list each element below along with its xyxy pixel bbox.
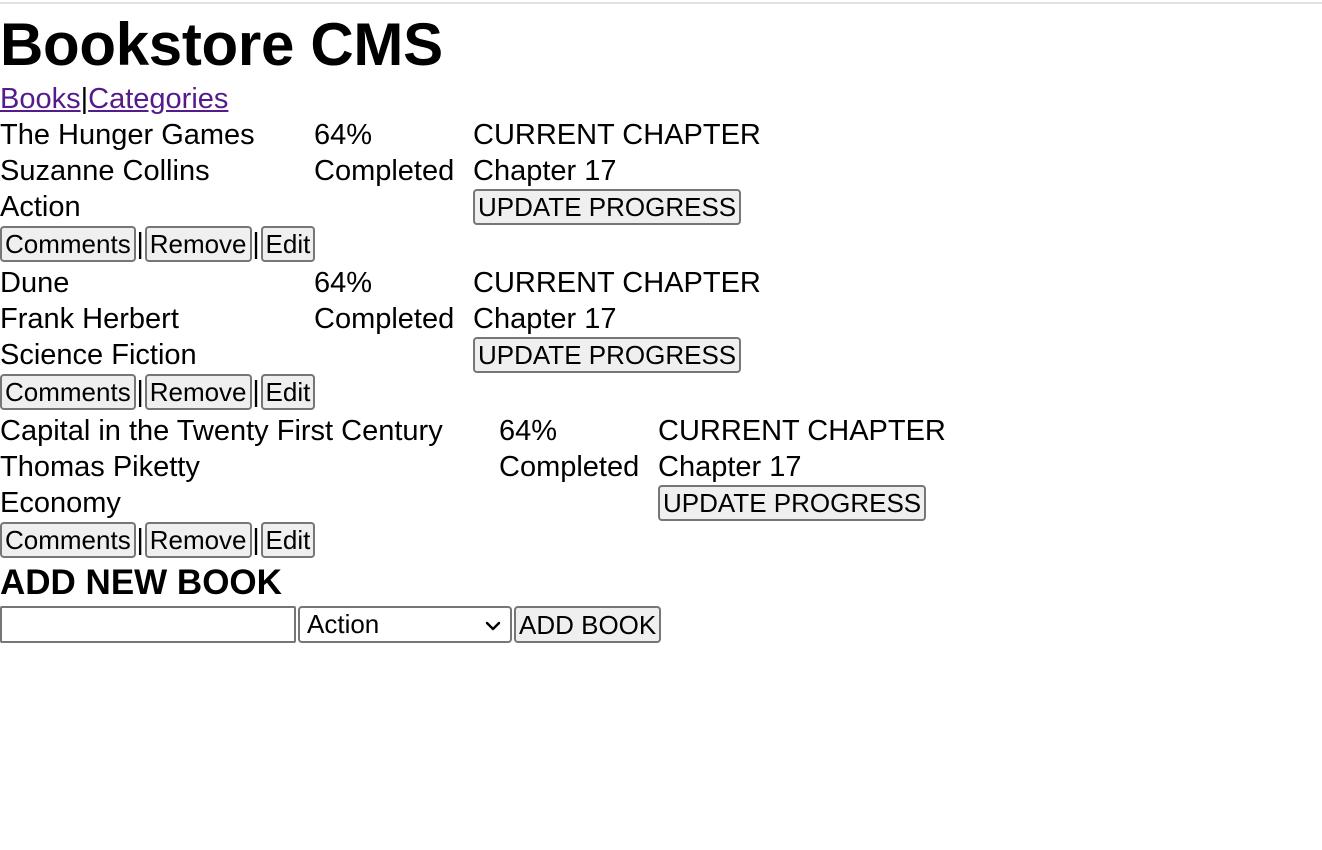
action-separator: |	[136, 228, 144, 260]
main-nav: Books|Categories	[0, 82, 228, 116]
nav-link-books[interactable]: Books	[0, 83, 81, 115]
action-separator: |	[136, 376, 144, 408]
add-book-button[interactable]: ADD BOOK	[514, 606, 662, 643]
book-actions: Comments | Remove | Edit	[0, 225, 761, 263]
update-progress-button[interactable]: UPDATE PROGRESS	[658, 485, 927, 521]
update-progress-button[interactable]: UPDATE PROGRESS	[473, 337, 742, 373]
current-chapter-heading: CURRENT CHAPTER	[658, 415, 946, 447]
book-author: Suzanne Collins	[0, 155, 210, 187]
book-title: Dune	[0, 267, 70, 299]
book-card: The Hunger Games Suzanne Collins Action …	[0, 117, 761, 263]
comments-button[interactable]: Comments	[0, 226, 136, 262]
page-title: Bookstore CMS	[0, 11, 443, 78]
comments-button[interactable]: Comments	[0, 374, 136, 410]
comments-button[interactable]: Comments	[0, 522, 136, 558]
book-category: Science Fiction	[0, 339, 197, 371]
action-separator: |	[252, 376, 260, 408]
edit-button[interactable]: Edit	[260, 226, 316, 262]
book-author: Frank Herbert	[0, 303, 179, 335]
book-author: Thomas Piketty	[0, 451, 200, 483]
edit-button[interactable]: Edit	[260, 374, 316, 410]
remove-button[interactable]: Remove	[144, 522, 252, 558]
book-title: Capital in the Twenty First Century	[0, 415, 443, 447]
add-book-heading: ADD NEW BOOK	[0, 563, 282, 602]
action-separator: |	[252, 524, 260, 556]
book-title-input[interactable]	[0, 606, 296, 643]
progress-percent: 64%	[499, 415, 558, 447]
category-select[interactable]: Action	[298, 606, 512, 643]
progress-status: Completed	[314, 303, 455, 335]
book-category: Action	[0, 191, 81, 223]
action-separator: |	[252, 228, 260, 260]
book-title: The Hunger Games	[0, 119, 255, 151]
top-divider	[0, 2, 1322, 4]
current-chapter-heading: CURRENT CHAPTER	[473, 119, 761, 151]
book-category: Economy	[0, 487, 121, 519]
edit-button[interactable]: Edit	[260, 522, 316, 558]
book-actions: Comments | Remove | Edit	[0, 373, 761, 411]
current-chapter: Chapter 17	[473, 155, 617, 187]
action-separator: |	[136, 524, 144, 556]
update-progress-button[interactable]: UPDATE PROGRESS	[473, 189, 742, 225]
nav-link-categories[interactable]: Categories	[88, 83, 228, 115]
category-select-value: Action	[307, 609, 380, 639]
remove-button[interactable]: Remove	[144, 226, 252, 262]
book-card: Capital in the Twenty First Century Thom…	[0, 413, 946, 559]
progress-status: Completed	[499, 451, 640, 483]
current-chapter: Chapter 17	[473, 303, 617, 335]
progress-percent: 64%	[314, 267, 373, 299]
progress-status: Completed	[314, 155, 455, 187]
remove-button[interactable]: Remove	[144, 374, 252, 410]
chevron-down-icon	[485, 621, 501, 631]
progress-percent: 64%	[314, 119, 373, 151]
current-chapter-heading: CURRENT CHAPTER	[473, 267, 761, 299]
book-card: Dune Frank Herbert Science Fiction 64% C…	[0, 265, 761, 411]
current-chapter: Chapter 17	[658, 451, 802, 483]
add-book-form: Action ADD BOOK	[0, 606, 662, 643]
book-actions: Comments | Remove | Edit	[0, 521, 946, 559]
